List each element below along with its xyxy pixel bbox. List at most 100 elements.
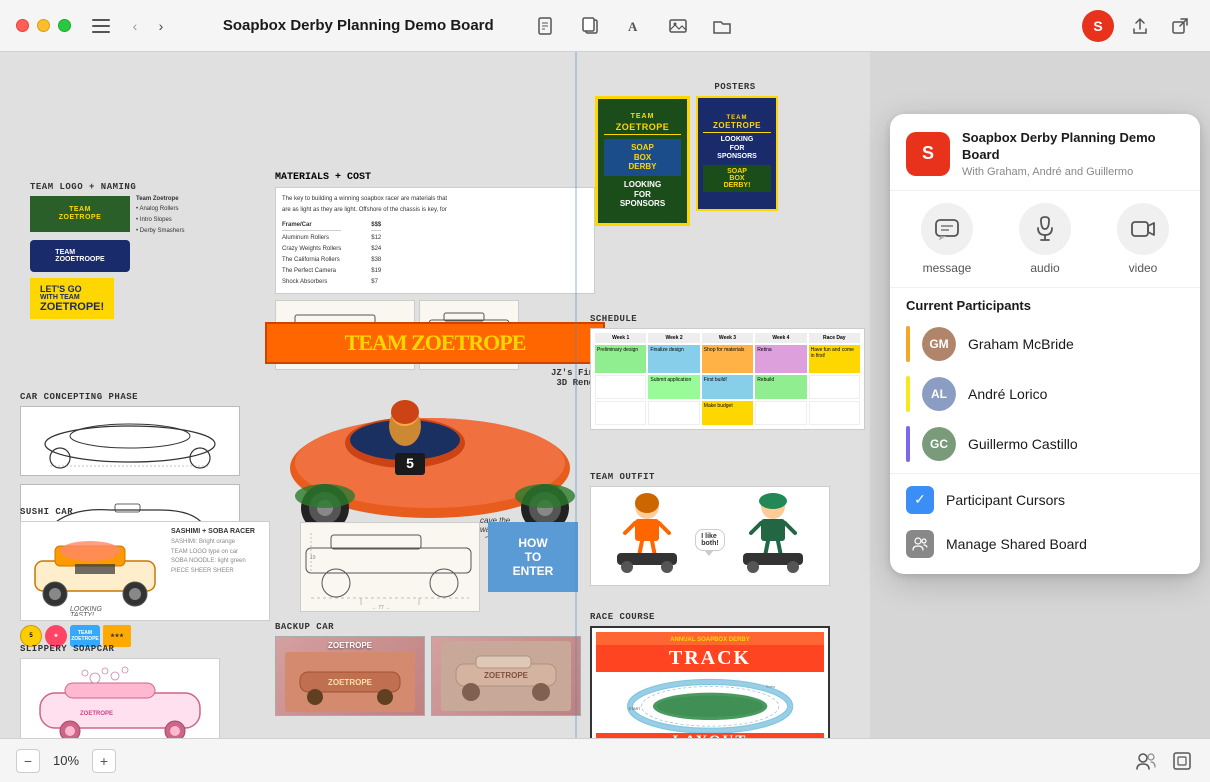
copy-icon[interactable] [576, 12, 604, 40]
panel-board-title: Soapbox Derby Planning Demo Board [962, 130, 1184, 164]
backup-photos: ZOETROPE ZOETROPE [275, 636, 615, 716]
guillermo-name: Guillermo Castillo [968, 436, 1078, 452]
manage-shared-board-label: Manage Shared Board [946, 536, 1087, 552]
backup-car-label: BACKUP CAR [275, 622, 615, 632]
video-label: video [1129, 261, 1158, 275]
toolbar-icons: A [532, 12, 736, 40]
team-zoetrope-logo-green: TEAMZOETROPE [30, 196, 130, 232]
manage-shared-board-icon [906, 530, 934, 558]
manage-shared-board-row[interactable]: Manage Shared Board [890, 522, 1200, 566]
poster-green: TEAM ZOETROPE SOAPBOXDERBY LOOKINGFORSPO… [595, 96, 690, 226]
message-label: message [923, 261, 972, 275]
traffic-lights [16, 19, 71, 32]
participant-cursors-label: Participant Cursors [946, 492, 1065, 508]
audio-action[interactable]: audio [996, 203, 1094, 275]
bottom-bar: − 10% + [0, 738, 1210, 782]
board-content: TEAM LOGO + NAMING TEAMZOETROPE Team Zoe… [0, 52, 870, 738]
svg-text:Timing: Timing [765, 684, 774, 688]
outfit-char-1 [607, 491, 687, 576]
nav-arrows: ‹ › [123, 14, 173, 38]
slippery-car-drawing: ZOETROPE [25, 663, 215, 738]
zoom-out-button[interactable]: − [16, 749, 40, 773]
team-outfit-label: TEAM OUTFIT [590, 472, 850, 482]
car-3d-render: 5 cave the [265, 368, 595, 538]
graham-color-bar [906, 326, 910, 362]
race-course-box: ANNUAL SOAPBOX DERBY TRACK START [590, 626, 830, 738]
svg-text:ZOETROPE: ZOETROPE [80, 711, 113, 717]
participant-cursors-row[interactable]: ✓ Participant Cursors [890, 478, 1200, 522]
titlebar: ‹ › Soapbox Derby Planning Demo Board A [0, 0, 1210, 52]
graham-name: Graham McBride [968, 336, 1074, 352]
close-button[interactable] [16, 19, 29, 32]
external-link-icon[interactable] [1166, 12, 1194, 40]
backup-photo-2: ZOETROPE [431, 636, 581, 716]
audio-label: audio [1030, 261, 1059, 275]
video-icon [1117, 203, 1169, 255]
participants-icon[interactable] [1134, 749, 1158, 773]
participants-title: Current Participants [890, 288, 1200, 319]
nav-back[interactable]: ‹ [123, 14, 147, 38]
collab-panel: S Soapbox Derby Planning Demo Board With… [890, 114, 1200, 574]
schedule-section: SCHEDULE Week 1 Week 2 Week 3 Week 4 Rac… [590, 314, 865, 430]
audio-icon [1019, 203, 1071, 255]
slippery-soapcar-section: SLIPPERY SOAPCAR [20, 644, 235, 738]
outfit-box: I likeboth! [590, 486, 830, 586]
divider-1 [890, 473, 1200, 474]
svg-text:5: 5 [406, 455, 414, 471]
andre-avatar-face: AL [922, 377, 956, 411]
car-sketch-1 [20, 406, 240, 476]
svg-text:19: 19 [310, 555, 316, 561]
sushi-car-section: SUSHI CAR LOOKING TASTY! [20, 507, 290, 647]
team-logo-section: TEAM LOGO + NAMING TEAMZOETROPE Team Zoe… [30, 182, 270, 323]
team-logo-label: TEAM LOGO + NAMING [30, 182, 270, 192]
zoom-value: 10% [48, 753, 84, 768]
message-action[interactable]: message [898, 203, 996, 275]
video-action[interactable]: video [1094, 203, 1192, 275]
sidebar-toggle[interactable] [87, 12, 115, 40]
folder-icon[interactable] [708, 12, 736, 40]
nav-forward[interactable]: › [149, 14, 173, 38]
poster-blue: TEAM ZOETROPE LOOKINGFORSPONSORS SOAPBOX… [696, 96, 778, 211]
posters-section: POSTERS TEAM ZOETROPE SOAPBOXDERBY LOOKI… [595, 82, 870, 226]
backup-car-section: BACKUP CAR ZOETROPE ZOETROPE [275, 622, 615, 716]
panel-header: S Soapbox Derby Planning Demo Board With… [890, 114, 1200, 191]
document-icon[interactable] [532, 12, 560, 40]
graham-avatar: GM [922, 327, 956, 361]
minimize-button[interactable] [37, 19, 50, 32]
participant-row-andre: AL André Lorico [890, 369, 1200, 419]
graham-avatar-face: GM [922, 327, 956, 361]
andre-avatar: AL [922, 377, 956, 411]
race-course-label: RACE COURSE [590, 612, 850, 622]
guillermo-avatar-face: GC [922, 427, 956, 461]
schedule-label: SCHEDULE [590, 314, 865, 324]
svg-text:← 77 →: ← 77 → [372, 605, 390, 611]
andre-name: André Lorico [968, 386, 1047, 402]
image-icon[interactable] [664, 12, 692, 40]
maximize-button[interactable] [58, 19, 71, 32]
sushi-car-drawing: LOOKING TASTY! [25, 526, 165, 616]
zoom-in-button[interactable]: + [92, 749, 116, 773]
share-icon[interactable] [1126, 12, 1154, 40]
board-info: Soapbox Derby Planning Demo Board With G… [962, 130, 1184, 178]
how-to-enter-section: ← 77 → 19 HOW TO ENTER [300, 522, 600, 612]
outfit-char-2 [733, 491, 813, 576]
svg-text:START: START [628, 707, 641, 711]
svg-text:ZOETROPE: ZOETROPE [484, 671, 529, 680]
materials-table: The key to building a winning soapbox ra… [275, 187, 595, 294]
guillermo-avatar: GC [922, 427, 956, 461]
canvas-area[interactable]: TEAM LOGO + NAMING TEAMZOETROPE Team Zoe… [0, 52, 1210, 738]
slippery-label: SLIPPERY SOAPCAR [20, 644, 235, 654]
fullscreen-icon[interactable] [1170, 749, 1194, 773]
user-avatar[interactable]: S [1082, 10, 1114, 42]
posters-label: POSTERS [595, 82, 870, 92]
message-icon [921, 203, 973, 255]
document-title: Soapbox Derby Planning Demo Board [185, 17, 532, 34]
svg-text:ZOETROPE: ZOETROPE [328, 678, 373, 687]
bottom-right-icons [1134, 749, 1194, 773]
andre-color-bar [906, 376, 910, 412]
text-icon[interactable]: A [620, 12, 648, 40]
participant-row-graham: GM Graham McBride [890, 319, 1200, 369]
team-zoetrope-large-text: TEAM ZOETROPE [265, 322, 605, 364]
car-concepting-label: CAR CONCEPTING PHASE [20, 392, 270, 402]
board-icon: S [906, 132, 950, 176]
